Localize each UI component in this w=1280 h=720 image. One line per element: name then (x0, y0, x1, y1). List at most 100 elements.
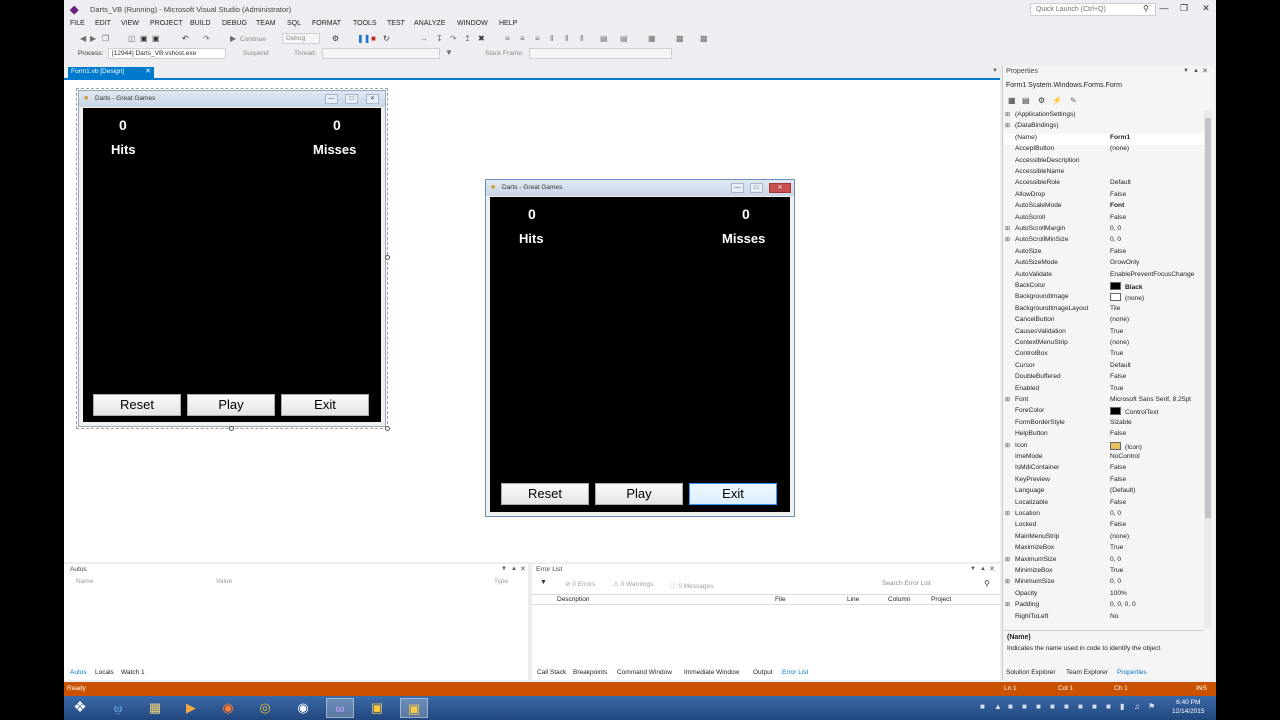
property-row[interactable]: AcceptButton (none) (1004, 145, 1204, 156)
tab-breakpoints[interactable]: Breakpoints (573, 669, 607, 676)
exit-button[interactable]: Exit (281, 394, 369, 416)
continue-icon[interactable]: ▶ (230, 34, 236, 43)
tab-immediate-window[interactable]: Immediate Window (684, 669, 739, 676)
property-row[interactable]: ⊞ (DataBindings) (1004, 122, 1204, 133)
menu-build[interactable]: BUILD (190, 20, 211, 27)
stop-icon[interactable]: ■ (371, 34, 376, 43)
property-row[interactable]: HelpButton False (1004, 430, 1204, 441)
darts-running-taskbar-icon[interactable]: ▣ (400, 698, 428, 718)
close-panel-icon[interactable]: ✕ (1202, 67, 1208, 75)
align-centers-icon[interactable]: ≡ (520, 34, 525, 43)
menu-help[interactable]: HELP (499, 20, 517, 27)
tray-icon-9[interactable]: ■ (1092, 702, 1097, 711)
tab-watch-1[interactable]: Watch 1 (121, 669, 145, 676)
expand-icon[interactable]: ⊞ (1005, 396, 1010, 403)
menu-sql[interactable]: SQL (287, 20, 301, 27)
property-value[interactable]: Microsoft Sans Serif, 8.25pt (1110, 396, 1191, 403)
autos-col-name[interactable]: Name (76, 578, 93, 585)
property-value[interactable]: False (1110, 499, 1126, 506)
tab-autos[interactable]: Autos (70, 669, 87, 676)
property-value[interactable]: 0, 0 (1110, 225, 1121, 232)
property-row[interactable]: ⊞ MaximumSize 0, 0 (1004, 556, 1204, 567)
col-line[interactable]: Line (847, 596, 859, 603)
tab-dropdown-icon[interactable]: ▼ (992, 68, 998, 74)
property-value[interactable]: 0, 0, 0, 0 (1110, 601, 1136, 608)
property-row[interactable]: Enabled True (1004, 385, 1204, 396)
menu-file[interactable]: FILE (70, 20, 85, 27)
property-row[interactable]: AccessibleDescription (1004, 157, 1204, 168)
pause-icon[interactable]: ❚❚ (357, 34, 370, 43)
media-player-icon[interactable]: ▶ (177, 698, 205, 718)
property-value[interactable]: NoControl (1110, 453, 1140, 460)
property-value[interactable]: False (1110, 430, 1126, 437)
autos-col-value[interactable]: Value (216, 578, 232, 585)
tray-icon-2[interactable]: ▲ (994, 702, 1002, 711)
property-value[interactable]: Sizable (1110, 419, 1132, 426)
tab-command-window[interactable]: Command Window (617, 669, 672, 676)
process-combo[interactable]: [12944] Darts_VB.vshost.exe (108, 48, 226, 59)
property-value[interactable]: 0, 0 (1110, 578, 1121, 585)
continue-button[interactable]: Continue (240, 36, 266, 43)
property-value[interactable]: False (1110, 373, 1126, 380)
volume-icon[interactable]: ♫ (1134, 702, 1140, 711)
property-row[interactable]: (Name) Form1 (1004, 133, 1204, 146)
menu-format[interactable]: FORMAT (312, 20, 341, 27)
property-row[interactable]: AutoSize False (1004, 248, 1204, 259)
property-value[interactable]: Tile (1110, 305, 1120, 312)
menu-debug[interactable]: DEBUG (222, 20, 247, 27)
tab-locals[interactable]: Locals (95, 669, 114, 676)
firefox-icon[interactable]: ◉ (214, 698, 242, 718)
property-value[interactable]: 0, 0 (1110, 236, 1121, 243)
property-row[interactable]: ⊞ Icon (Icon) (1004, 441, 1204, 453)
menu-view[interactable]: VIEW (121, 20, 139, 27)
property-value[interactable]: Form1 (1110, 134, 1130, 141)
property-value[interactable]: False (1110, 248, 1126, 255)
back-icon[interactable]: ◀ (80, 34, 86, 43)
property-value[interactable]: 0, 0 (1110, 556, 1121, 563)
tray-icon-8[interactable]: ■ (1078, 702, 1083, 711)
property-row[interactable]: Localizable False (1004, 499, 1204, 510)
expand-icon[interactable]: ⊞ (1005, 225, 1010, 232)
size-to-grid-icon[interactable]: ▦ (648, 34, 656, 43)
property-row[interactable]: ContextMenuStrip (none) (1004, 339, 1204, 350)
autos-dropdown-icon[interactable]: ▼ (501, 566, 507, 572)
design-form-client[interactable]: 0 0 Hits Misses Reset Play Exit (83, 108, 381, 422)
col-file[interactable]: File (775, 596, 785, 603)
running-maximize-button[interactable]: □ (750, 183, 763, 193)
running-form[interactable]: Darts - Great Games ■ — □ ✕ 0 0 Hits Mis… (485, 179, 795, 517)
expand-icon[interactable]: ⊞ (1005, 236, 1010, 243)
property-value[interactable]: True (1110, 567, 1123, 574)
property-row[interactable]: ControlBox True (1004, 350, 1204, 361)
property-row[interactable]: DoubleBuffered False (1004, 373, 1204, 384)
col-column[interactable]: Column (888, 596, 910, 603)
property-value[interactable]: (Default) (1110, 487, 1135, 494)
errors-toggle[interactable]: ⊘ 0 Errors (565, 580, 595, 588)
tray-icon-4[interactable]: ■ (1022, 702, 1027, 711)
attach-icon[interactable]: ⚙ (332, 34, 339, 43)
properties-icon[interactable]: ⚙ (1038, 96, 1045, 105)
property-row[interactable]: MinimizeBox True (1004, 567, 1204, 578)
property-value[interactable]: (none) (1110, 293, 1144, 302)
expand-icon[interactable]: ⊞ (1005, 578, 1010, 585)
tray-icon-5[interactable]: ■ (1036, 702, 1041, 711)
configuration-combo[interactable]: Debug (282, 33, 320, 44)
resize-handle-corner[interactable] (385, 426, 390, 431)
align-middles-icon[interactable]: ‖ (565, 34, 568, 43)
property-value[interactable]: True (1110, 350, 1123, 357)
menu-project[interactable]: PROJECT (150, 20, 183, 27)
property-value[interactable]: No (1110, 613, 1118, 620)
property-row[interactable]: ⊞ Location 0, 0 (1004, 510, 1204, 521)
same-width-icon[interactable]: ▤ (600, 34, 608, 43)
thread-combo[interactable] (322, 48, 440, 59)
error-dropdown-icon[interactable]: ▼ (970, 566, 976, 572)
categorized-icon[interactable]: ▦ (1008, 96, 1016, 105)
property-row[interactable]: BackColor Black (1004, 282, 1204, 293)
resize-handle-bottom[interactable] (229, 426, 234, 431)
design-form[interactable]: Darts - Great Games ■ — □ ✕ 0 0 Hits Mis… (78, 90, 386, 427)
step-into-icon[interactable]: ↧ (436, 34, 443, 43)
resize-handle-right[interactable] (385, 255, 390, 260)
reset-button[interactable]: Reset (501, 483, 589, 505)
property-row[interactable]: FormBorderStyle Sizable (1004, 419, 1204, 430)
darts-app-taskbar-icon[interactable]: ▣ (363, 698, 391, 718)
property-row[interactable]: BackgroundImage (none) (1004, 293, 1204, 304)
